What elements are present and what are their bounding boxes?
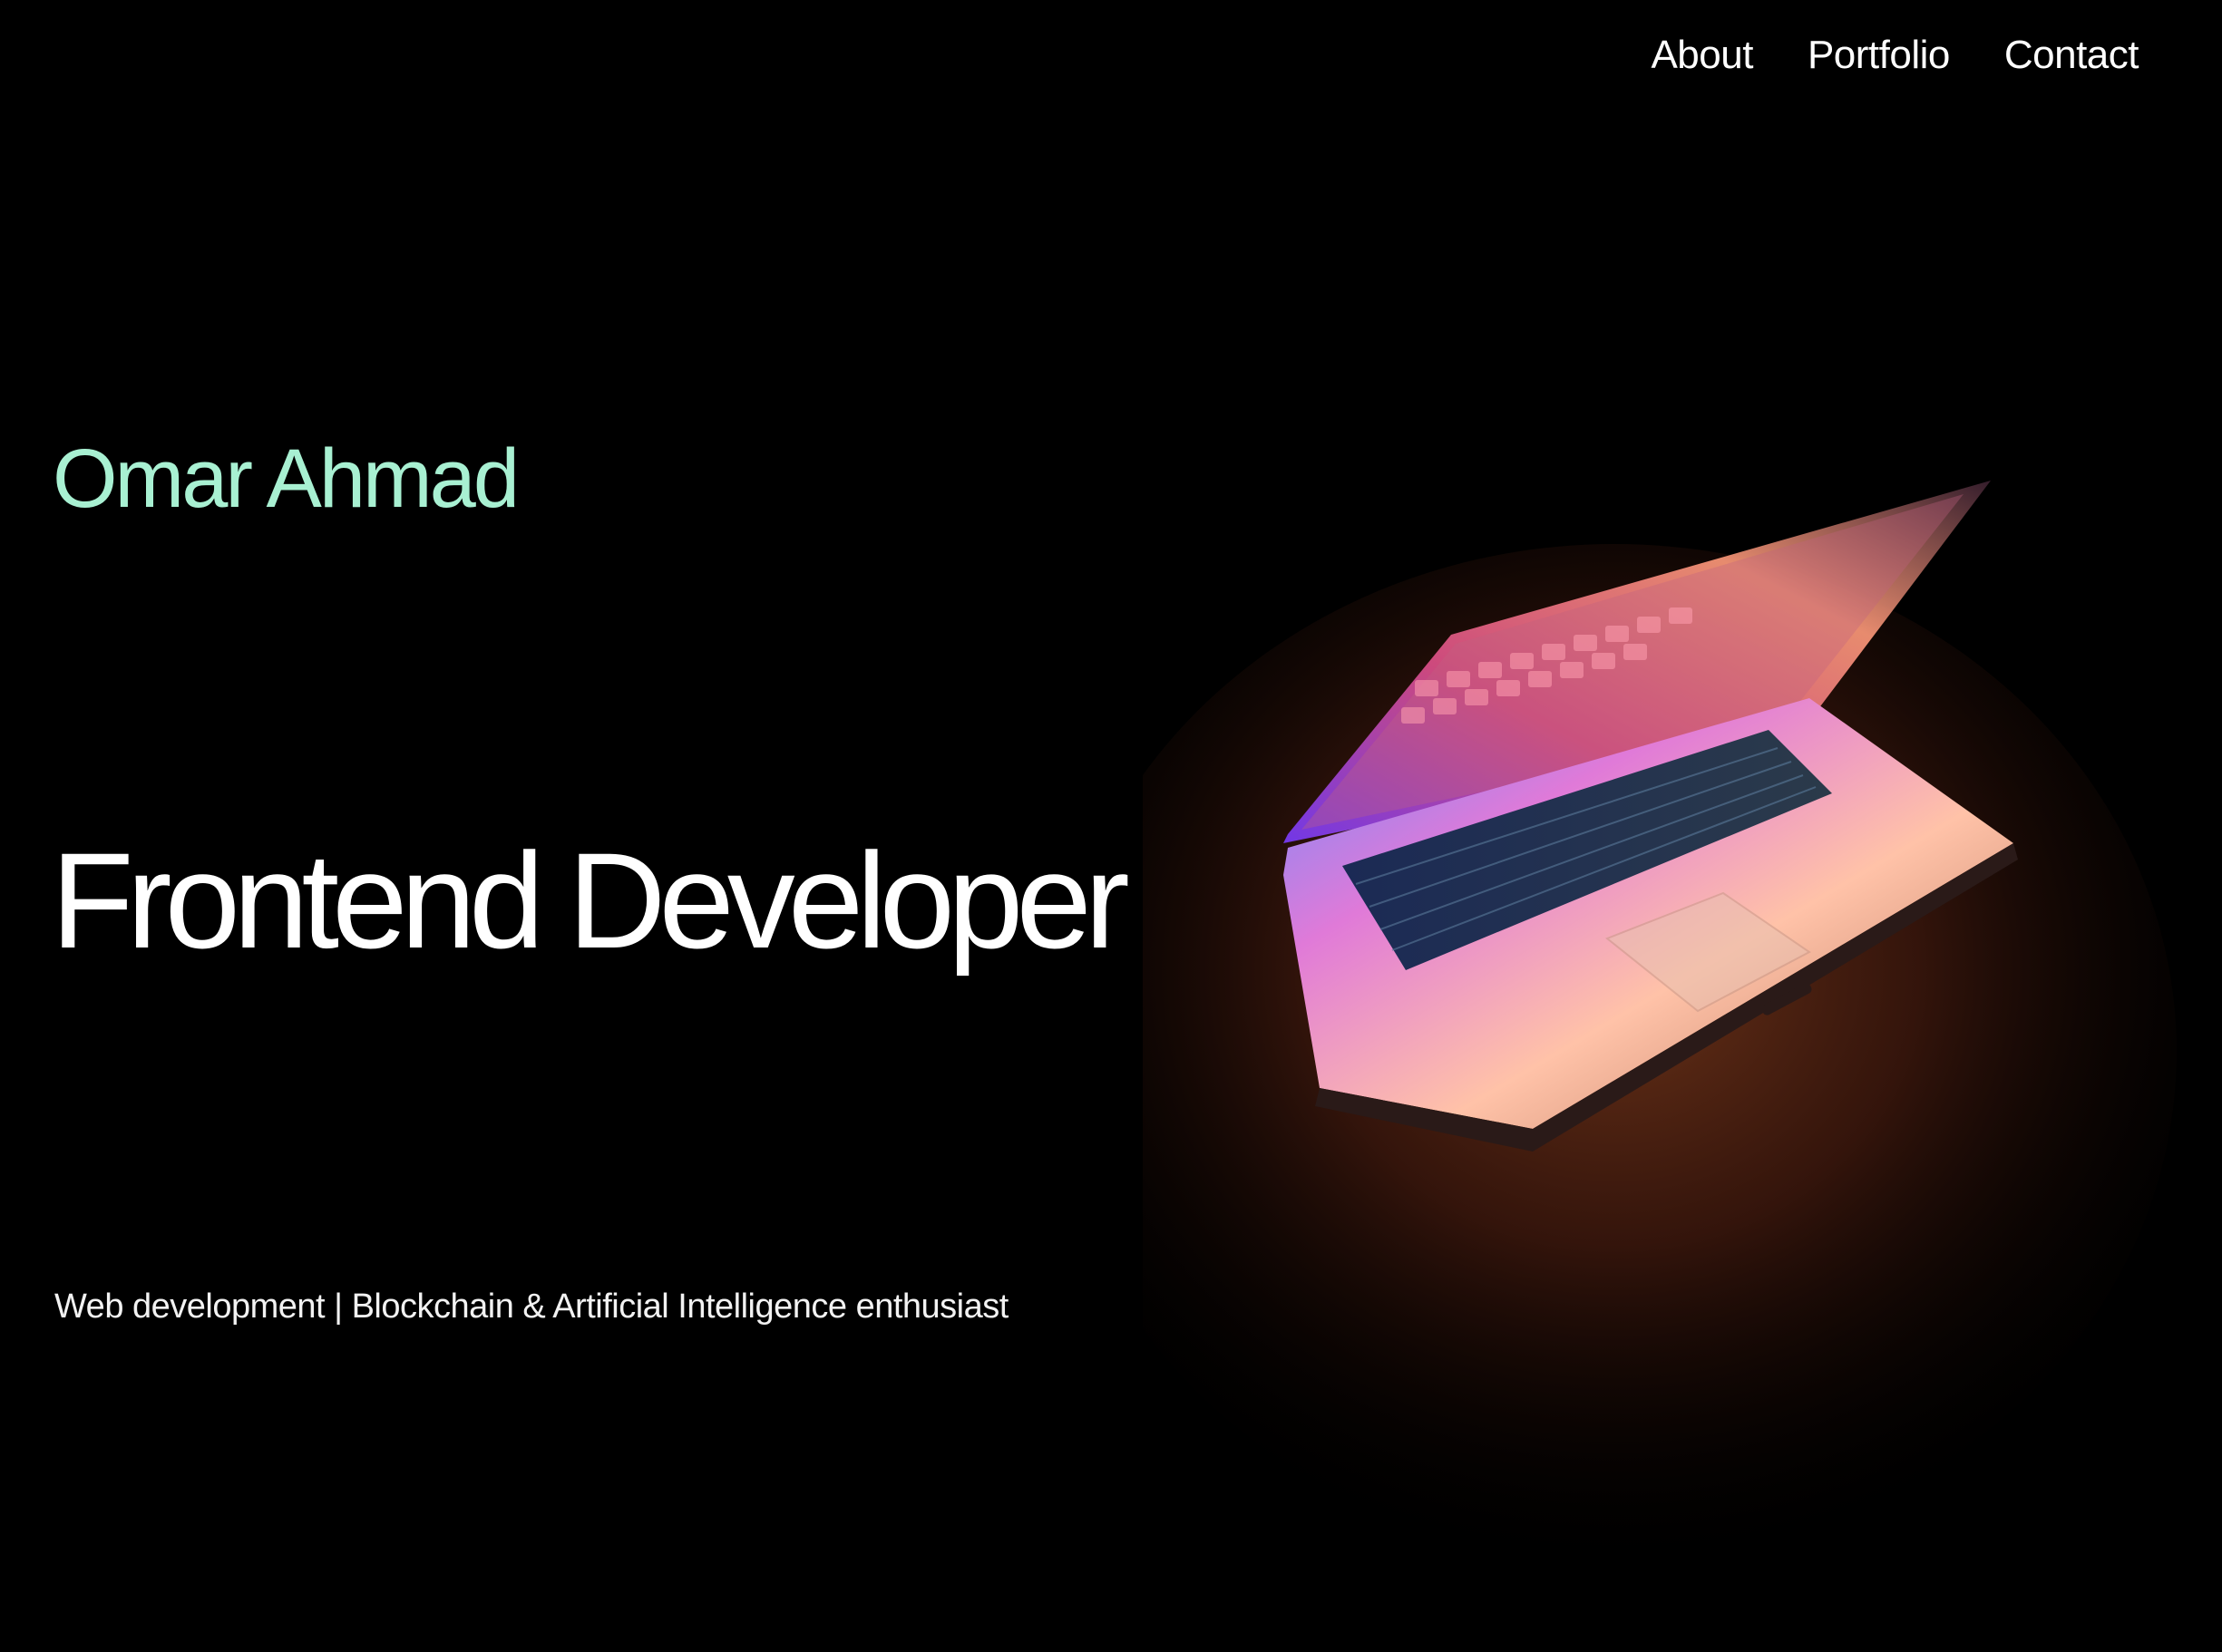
developer-name: Omar Ahmad bbox=[53, 432, 520, 525]
laptop-illustration bbox=[1143, 481, 2177, 1560]
top-navigation: About Portfolio Contact bbox=[1651, 33, 2139, 78]
tagline: Web development | Blockchain & Artificia… bbox=[54, 1288, 1009, 1326]
laptop-hero-image bbox=[1143, 417, 2222, 1652]
nav-link-about[interactable]: About bbox=[1651, 33, 1753, 78]
nav-link-portfolio[interactable]: Portfolio bbox=[1808, 33, 1950, 78]
role-heading: Frontend Developer bbox=[51, 824, 1130, 977]
nav-link-contact[interactable]: Contact bbox=[2004, 33, 2139, 78]
landing-page: About Portfolio Contact Omar Ahmad Front… bbox=[0, 0, 2222, 1652]
